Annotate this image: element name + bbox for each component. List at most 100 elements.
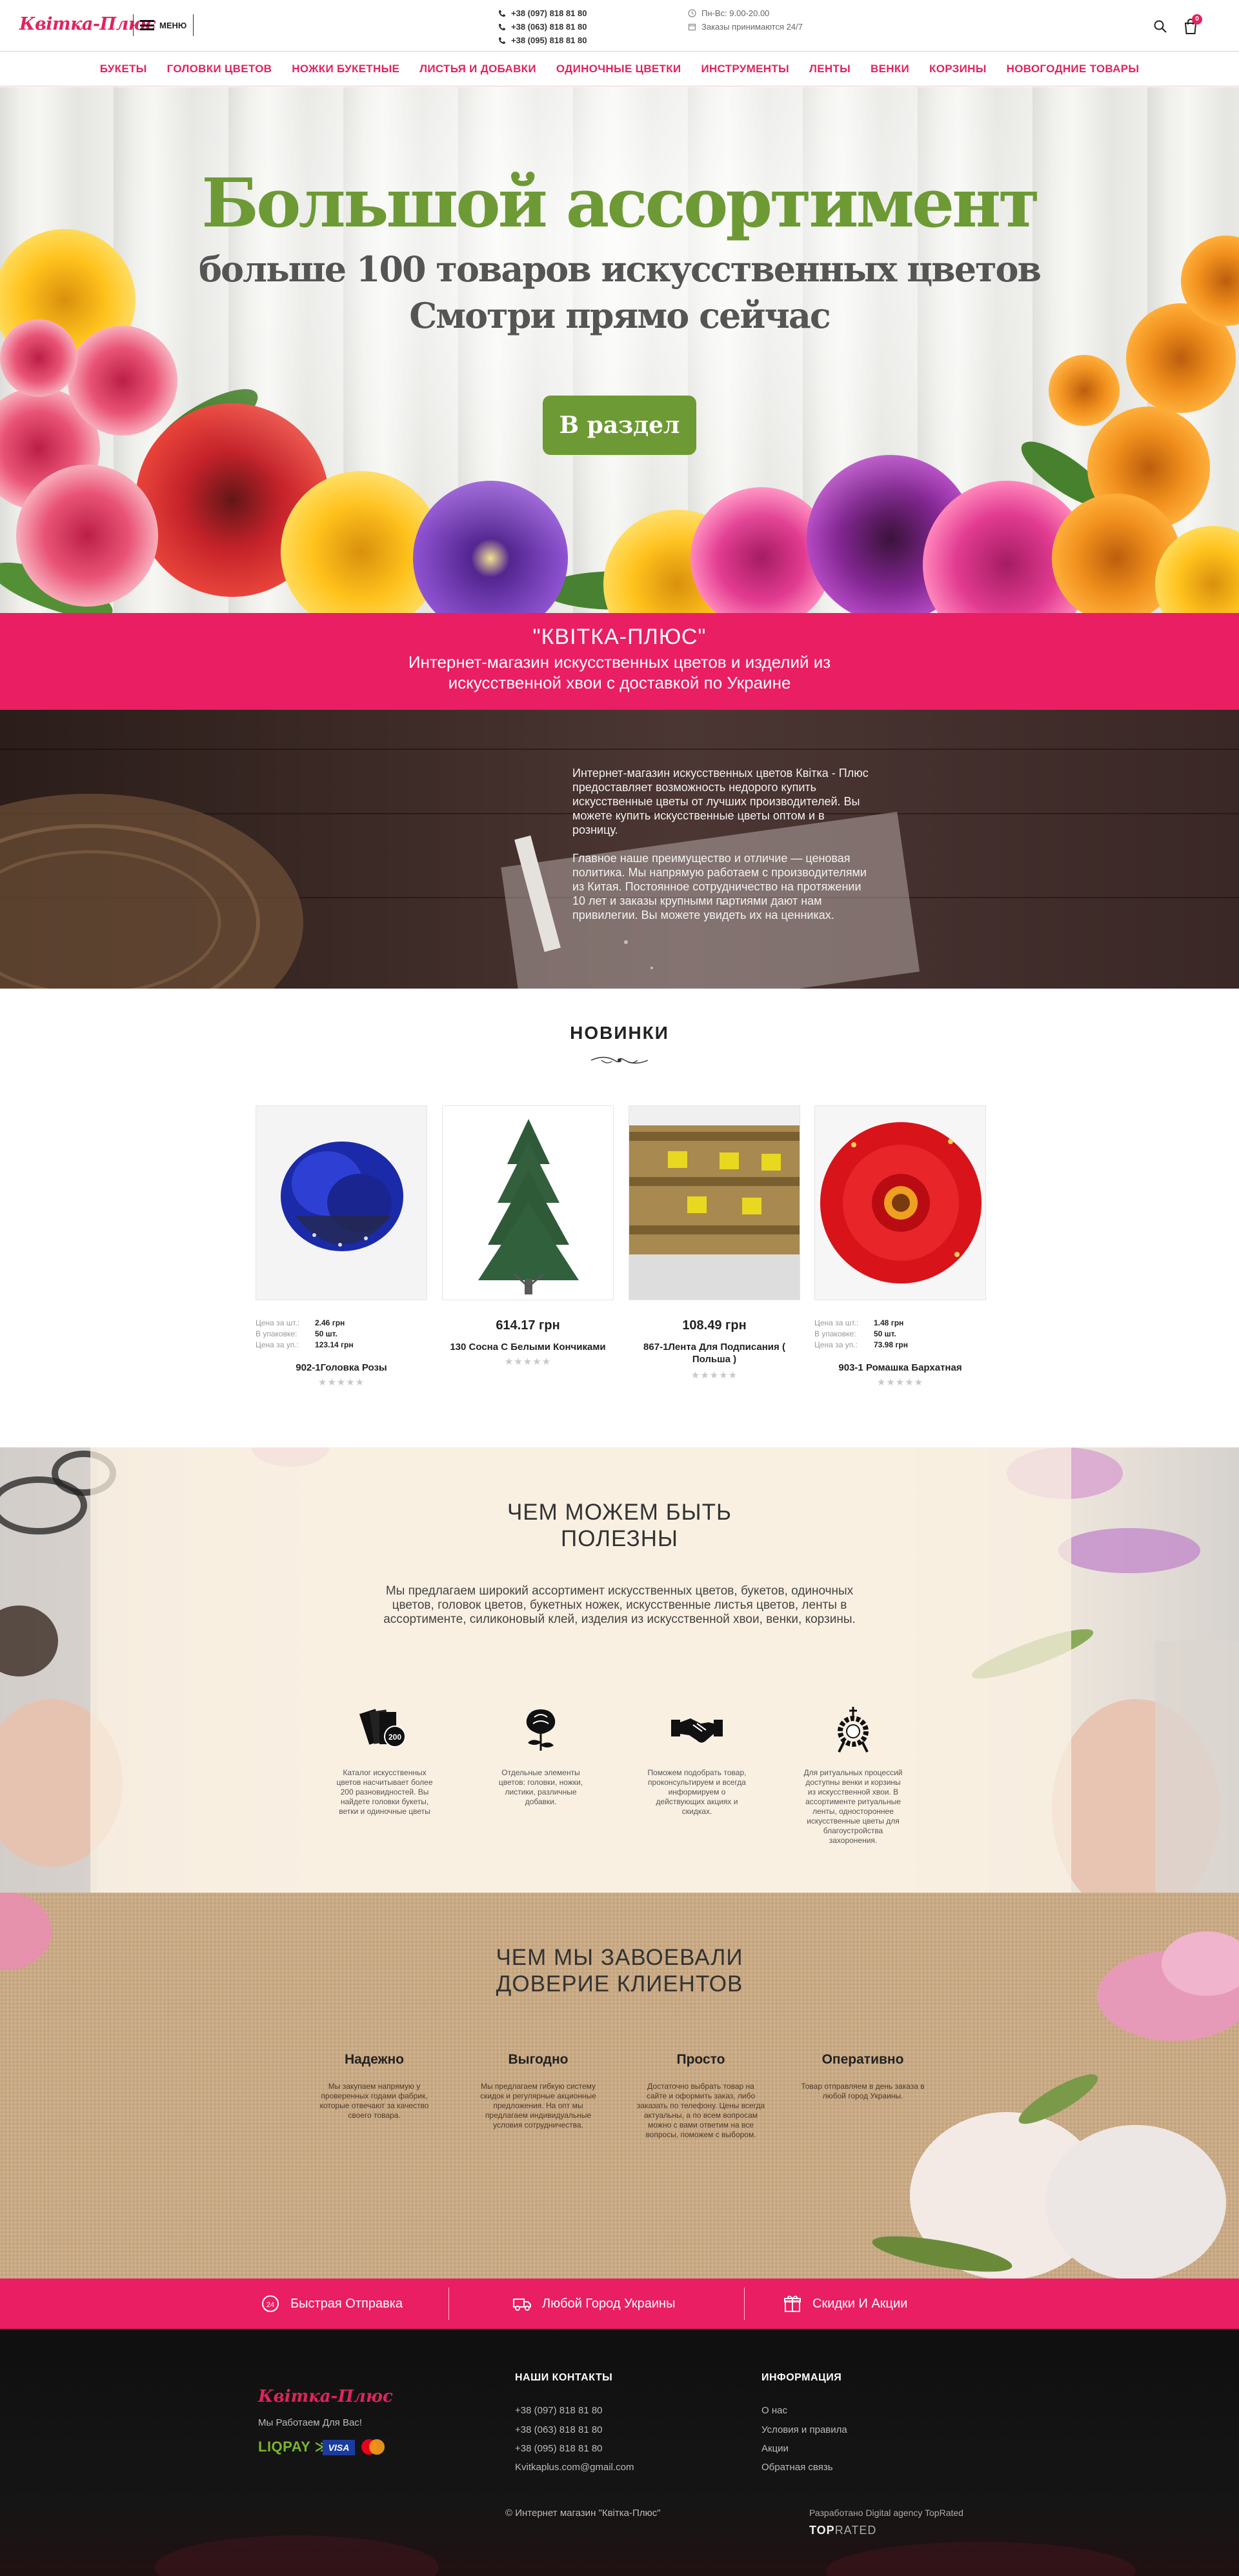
footer-info-title: ИНФОРМАЦИЯ (761, 2372, 842, 2383)
product-name[interactable]: 903-1 Ромашка Бархатная (814, 1362, 986, 1374)
rose-icon (526, 1709, 556, 1751)
mastercard-icon (361, 2439, 385, 2455)
phone-icon (499, 10, 505, 17)
feature-consulting: Поможем подобрать товар, проконсультируе… (647, 1706, 747, 1816)
phone-number: +38 (095) 818 81 80 (511, 35, 587, 45)
product-image[interactable] (442, 1105, 614, 1300)
product-card: 614.17 грн 130 Сосна С Белыми Кончиками … (442, 1105, 614, 1367)
perk-discounts: Скидки И Акции (783, 2279, 907, 2329)
orders-note: Заказы принимаются 24/7 (701, 22, 803, 32)
product-photo-blue-rose (256, 1106, 427, 1300)
product-photo-pine-tree (443, 1106, 613, 1300)
product-image[interactable] (814, 1105, 986, 1300)
intro-title: "КВІТКА-ПЛЮС" (532, 625, 707, 649)
perks-bar: 24 Быстрая Отправка Любой Город Украины … (0, 2279, 1239, 2329)
header-phone-1[interactable]: +38 (097) 818 81 80 (498, 6, 587, 20)
cart-button[interactable]: 0 (1183, 14, 1202, 35)
hero-subtitle: больше 100 товаров искусственных цветов (198, 248, 1042, 290)
product-card: Цена за шт.: 2.46 грн В упаковке: 50 шт. Ц… (256, 1105, 427, 1388)
search-icon[interactable] (1153, 19, 1167, 34)
footer-link-promotions[interactable]: Акции (761, 2443, 789, 2454)
feature-text: Каталог искусственных цветов насчитывает… (336, 1768, 433, 1816)
footer-logo[interactable]: Квітка-Плюс (258, 2387, 393, 2406)
header-phone-3[interactable]: +38 (095) 818 81 80 (498, 34, 587, 47)
nav-item-leaves[interactable]: ЛИСТЬЯ И ДОБАВКИ (419, 63, 536, 75)
product-rating: ★★★★★ (317, 1377, 365, 1388)
calendar-icon (688, 23, 696, 31)
new-products-title: НОВИНКИ (570, 1023, 669, 1043)
nav-item-new-year[interactable]: НОВОГОДНИЕ ТОВАРЫ (1007, 63, 1140, 75)
nav-item-single-flowers[interactable]: ОДИНОЧНЫЕ ЦВЕТКИ (556, 63, 681, 75)
useful-title-line: ПОЛЕЗНЫ (561, 1526, 678, 1551)
about-paragraph: Главное наше преимущество и отличие — це… (572, 852, 867, 921)
footer-link-about[interactable]: О нас (761, 2405, 787, 2416)
intro-text: Интернет-магазин искусственных цветов и … (408, 652, 831, 692)
menu-toggle-button[interactable]: МЕНЮ (133, 14, 194, 36)
feature-catalog: 200 Каталог искусственных цветов насчиты… (334, 1706, 435, 1816)
spec-label: Цена за уп.: (256, 1340, 299, 1349)
product-image[interactable] (629, 1105, 800, 1300)
perk-label: Быстрая Отправка (290, 2296, 403, 2311)
footer-link-feedback[interactable]: Обратная связь (761, 2462, 833, 2473)
feature-text: Для ритуальных процессий доступны венки … (803, 1768, 903, 1845)
trust-section: ЧЕМ МЫ ЗАВОЕВАЛИ ДОВЕРИЕ КЛИЕНТОВ Надежн… (0, 1893, 1239, 2279)
developer-logo-part: TOP (809, 2524, 835, 2537)
nav-item-tools[interactable]: ИНСТРУМЕНТЫ (701, 63, 789, 75)
advantage-text: Достаточно выбрать товар на сайте и офор… (636, 2082, 765, 2139)
nav-item-baskets[interactable]: КОРЗИНЫ (929, 63, 987, 75)
copyright: © Интернет магазин "Квітка-Плюс" (505, 2508, 661, 2519)
product-name[interactable]: 902-1Головка Розы (256, 1362, 427, 1374)
product-rating: ★★★★★ (690, 1370, 738, 1381)
spec-value: 123.14 грн (315, 1340, 354, 1349)
product-specs: Цена за шт.: 1.48 грн В упаковке: 50 шт. Ц… (814, 1318, 908, 1351)
product-name[interactable]: 130 Сосна С Белыми Кончиками (442, 1341, 614, 1353)
spec-value: 73.98 грн (874, 1340, 908, 1349)
hero-subtitle-2: Смотри прямо сейчас (409, 295, 831, 336)
product-photo-red-daisy (815, 1106, 985, 1300)
product-rating: ★★★★★ (504, 1356, 552, 1367)
hamburger-icon (140, 20, 154, 30)
24h-icon: 24 (262, 2295, 279, 2312)
advantage-title: Просто (676, 2052, 725, 2067)
nav-item-ribbons[interactable]: ЛЕНТЫ (809, 63, 851, 75)
nav-item-flower-heads[interactable]: ГОЛОВКИ ЦВЕТОВ (167, 63, 272, 75)
developer-logo[interactable]: TOPRATED (809, 2524, 876, 2537)
footer-link-terms[interactable]: Условия и правила (761, 2424, 847, 2435)
perk-label: Любой Город Украины (542, 2296, 676, 2311)
footer-email[interactable]: Kvitkaplus.com@gmail.com (515, 2462, 634, 2473)
advantage-simple: Просто Достаточно выбрать товар на сайте… (636, 2052, 765, 2140)
nav-item-wreaths[interactable]: ВЕНКИ (871, 63, 909, 75)
trust-title-line: ЧЕМ МЫ ЗАВОЕВАЛИ (496, 1945, 743, 1970)
header-phone-2[interactable]: +38 (063) 818 81 80 (498, 20, 587, 34)
hero-banner: Большой ассортимент больше 100 товаров и… (0, 87, 1239, 613)
footer-background-image (0, 2329, 1239, 2576)
product-rating: ★★★★★ (876, 1377, 924, 1388)
truck-icon (513, 2299, 531, 2311)
footer-phone[interactable]: +38 (063) 818 81 80 (515, 2424, 603, 2435)
footer-phone[interactable]: +38 (097) 818 81 80 (515, 2405, 603, 2416)
liqpay-logo: LIQPAY ≫ (258, 2439, 330, 2455)
useful-title-line: ЧЕМ МОЖЕМ БЫТЬ (507, 1500, 732, 1525)
catalog-cards-icon: 200 (359, 1709, 406, 1747)
phone-number: +38 (063) 818 81 80 (511, 22, 587, 32)
menu-label: МЕНЮ (159, 20, 187, 30)
phone-number: +38 (097) 818 81 80 (511, 8, 587, 18)
svg-text:24: 24 (267, 2301, 274, 2309)
footer-slogan: Мы Работаем Для Вас! (258, 2417, 362, 2428)
product-name[interactable]: 867-1Лента Для Подписания ( Польша ) (629, 1341, 800, 1365)
advantage-text: Товар отправляем в день заказа в любой г… (801, 2082, 925, 2100)
cart-count-badge: 0 (1192, 14, 1202, 25)
header-hours: Пн-Вс: 9.00-20.00 Заказы принимаются 24/… (688, 6, 803, 34)
hero-cta-button[interactable]: В раздел (543, 396, 696, 455)
footer-phone[interactable]: +38 (095) 818 81 80 (515, 2443, 603, 2454)
spec-value: 2.46 грн (315, 1318, 345, 1327)
advantage-text: Мы предлагаем гибкую систему скидок и ре… (480, 2082, 596, 2129)
perk-label: Скидки И Акции (812, 2296, 908, 2311)
developer-credit[interactable]: Разработано Digital agency TopRated (809, 2508, 963, 2518)
spec-label: В упаковке: (814, 1329, 856, 1338)
nav-item-bouquets[interactable]: БУКЕТЫ (100, 63, 147, 75)
product-image[interactable] (256, 1105, 427, 1300)
feature-ritual: Для ритуальных процессий доступны венки … (803, 1706, 903, 1846)
gift-icon (784, 2295, 801, 2312)
nav-item-bouquet-stems[interactable]: НОЖКИ БУКЕТНЫЕ (292, 63, 399, 75)
